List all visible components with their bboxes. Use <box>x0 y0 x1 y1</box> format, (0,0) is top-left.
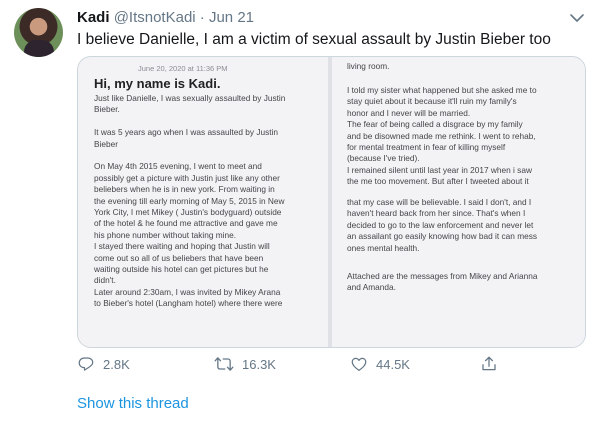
show-thread-link[interactable]: Show this thread <box>77 395 189 412</box>
like-button[interactable]: 44.5K <box>350 354 410 374</box>
display-name[interactable]: Kadi <box>77 9 110 26</box>
note-line: stay quiet about it because it'll ruin m… <box>347 96 517 107</box>
chevron-down-icon[interactable] <box>567 10 587 26</box>
note-right-middle: I told my sister what happened but she a… <box>347 85 537 188</box>
note-line: Bieber. <box>94 104 120 115</box>
share-button[interactable] <box>480 354 498 374</box>
note-line: Bieber <box>94 138 118 149</box>
note-line: and Amanda. <box>347 282 396 293</box>
note-right-top: living room. <box>347 61 389 72</box>
note-line: to Bieber's hotel (Langham hotel) where … <box>94 298 283 309</box>
note-line: an assailant go easily knowing how bad i… <box>347 231 538 242</box>
note-line: York City, I met Mikey ( Justin's bodygu… <box>94 207 282 218</box>
note-line: haven't heard back from her since. That'… <box>347 208 526 219</box>
note-line: his phone number without taking mine. <box>94 229 237 240</box>
note-paragraph: On May 4th 2015 evening, I went to meet … <box>94 161 285 309</box>
retweet-count: 16.3K <box>242 356 276 372</box>
note-line: On May 4th 2015 evening, I went to meet … <box>94 161 262 172</box>
note-line: It was 5 years ago when I was assaulted … <box>94 127 279 138</box>
tweet-header: Kadi @ItsnotKadi · Jun 21 <box>77 9 254 26</box>
note-line: Attached are the messages from Mikey and… <box>347 271 538 281</box>
note-line: (because I've tried). <box>347 153 420 164</box>
note-timestamp: June 20, 2020 at 11:36 PM <box>138 64 228 73</box>
note-line: the evening till early morning of May 5,… <box>94 195 285 206</box>
share-icon <box>482 356 496 371</box>
note-line: come out so all of us beliebers that hav… <box>94 252 264 263</box>
note-line: of the hotel & he found me attractive an… <box>94 218 278 229</box>
note-line: that my case will be believable. I said … <box>347 197 532 207</box>
reply-icon <box>78 357 94 371</box>
note-right-end: Attached are the messages from Mikey and… <box>347 271 537 294</box>
note-line: I stayed there waiting and hoping that J… <box>94 241 270 252</box>
reply-button[interactable]: 2.8K <box>77 354 130 374</box>
note-paragraph: Just like Danielle, I was sexually assau… <box>94 93 285 116</box>
note-line: possibly get a picture with Justin just … <box>94 172 280 183</box>
note-line: and be disowned made me rethink. I went … <box>347 130 536 141</box>
like-count: 44.5K <box>376 356 410 372</box>
handle[interactable]: @ItsnotKadi <box>114 9 196 26</box>
avatar[interactable] <box>14 8 63 57</box>
note-heading: Hi, my name is Kadi. <box>94 76 221 91</box>
note-line: The fear of being called a disgrace by m… <box>347 119 523 130</box>
tweet-text: I believe Danielle, I am a victim of sex… <box>77 31 551 48</box>
note-line: for mental treatment in fear of killing … <box>347 142 506 153</box>
note-line: waiting outside his hotel can get pictur… <box>94 264 269 275</box>
note-line: Just like Danielle, I was sexually assau… <box>94 93 286 103</box>
avatar-figure <box>24 40 54 57</box>
note-line: decided to go to the law enforcement and… <box>347 219 534 230</box>
note-paragraph: It was 5 years ago when I was assaulted … <box>94 127 285 150</box>
note-line: I remained silent until last year in 201… <box>347 164 532 175</box>
retweet-button[interactable]: 16.3K <box>214 354 276 374</box>
reply-count: 2.8K <box>103 356 130 372</box>
note-line: honor and I never will be married. <box>347 107 471 118</box>
note-right-bottom: that my case will be believable. I said … <box>347 197 537 254</box>
note-line: I told my sister what happened but she a… <box>347 85 537 95</box>
note-left-body: Just like Danielle, I was sexually assau… <box>94 93 285 310</box>
heart-icon <box>351 357 367 371</box>
separator: · <box>199 9 205 26</box>
image-right-page: living room. I told my sister what happe… <box>332 57 585 347</box>
retweet-icon <box>214 357 234 371</box>
note-line: beliebers when he is in new york. From w… <box>94 184 275 195</box>
note-line: didn't. <box>94 275 116 286</box>
note-line: ones mental health. <box>347 242 420 253</box>
tweet-date[interactable]: Jun 21 <box>209 9 254 26</box>
note-line: the me too movement. But after I tweeted… <box>347 176 529 187</box>
note-line: Later around 2:30am, I was invited by Mi… <box>94 286 281 297</box>
note-line: living room. <box>347 61 390 71</box>
image-left-page: June 20, 2020 at 11:36 PM Hi, my name is… <box>78 57 328 347</box>
attached-image[interactable]: June 20, 2020 at 11:36 PM Hi, my name is… <box>77 56 586 348</box>
